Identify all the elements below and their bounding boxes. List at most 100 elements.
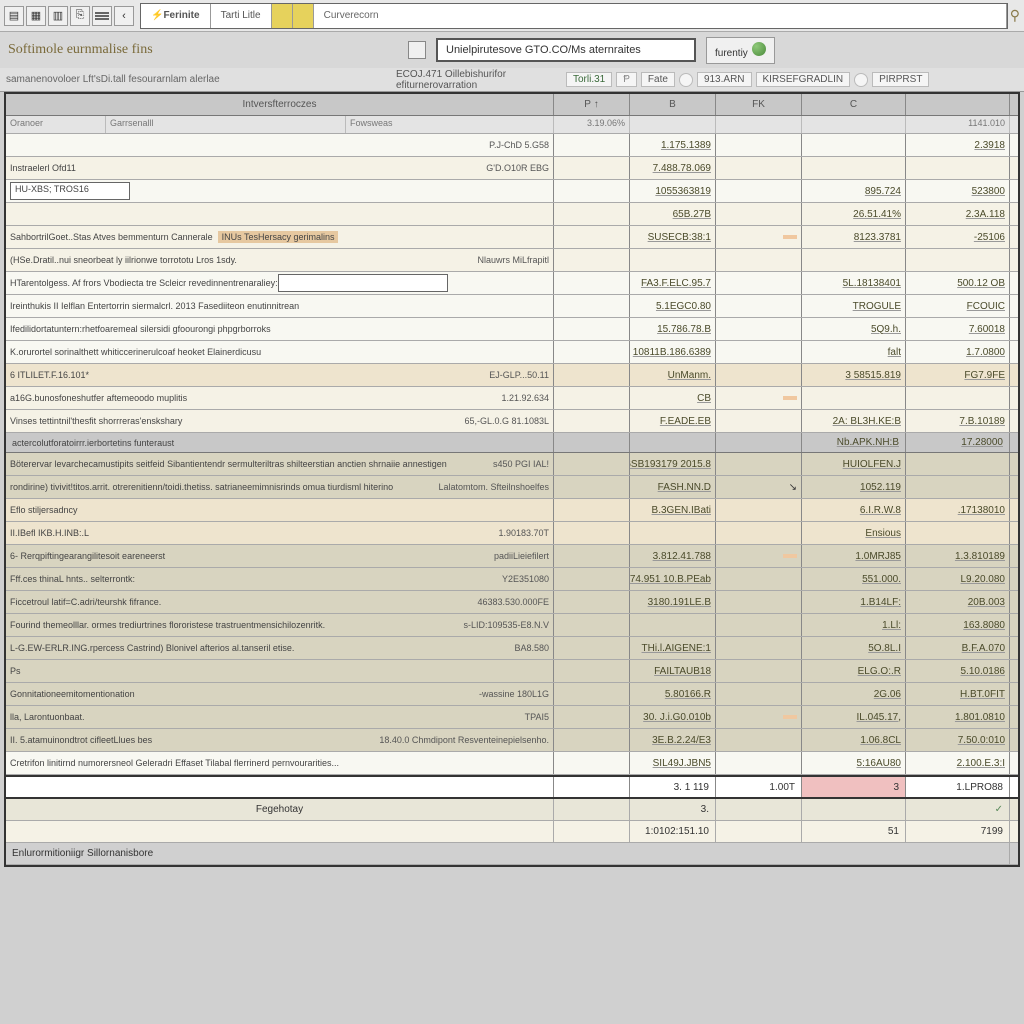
table-row[interactable]: K.orurortel sorinalthett whiticcerinerul… — [6, 341, 1018, 364]
table-row[interactable]: PsFAILTAUB18ELG.O:.R5.10.0186 — [6, 660, 1018, 683]
row-f[interactable]: FCOUIC — [906, 295, 1010, 317]
row-f[interactable]: 17.28000 — [906, 433, 1010, 452]
row-c[interactable]: FAILTAUB18 — [630, 660, 716, 682]
row-c[interactable]: 3180.191LE.B — [630, 591, 716, 613]
row-f[interactable] — [906, 453, 1010, 475]
row-e[interactable] — [802, 134, 906, 156]
row-f[interactable]: 7.50.0:010 — [906, 729, 1010, 751]
row-f[interactable]: 1.801.0810 — [906, 706, 1010, 728]
row-c[interactable]: 5.80166.R — [630, 683, 716, 705]
row-e[interactable]: 551.000. — [802, 568, 906, 590]
table-row[interactable]: a16G.bunosfoneshutfer aftemeoodo mupliti… — [6, 387, 1018, 410]
col-desc[interactable]: Intversfterroczes — [6, 94, 554, 115]
row-c[interactable]: 10811B.186.6389 — [630, 341, 716, 363]
row-e[interactable]: 5L.18138401 — [802, 272, 906, 294]
table-row[interactable]: Ficcetroul latif=C.adri/teurshk fifrance… — [6, 591, 1018, 614]
tab-2[interactable] — [272, 4, 293, 28]
sort-icon[interactable]: ↑ — [594, 99, 599, 110]
doc-tiny-icon[interactable] — [408, 41, 426, 59]
col-f[interactable] — [906, 94, 1010, 115]
row-f[interactable]: 20B.003 — [906, 591, 1010, 613]
person-icon[interactable]: ⚲ — [1010, 7, 1020, 24]
col-d[interactable]: FK — [716, 94, 802, 115]
row-e[interactable]: 5Q9.h. — [802, 318, 906, 340]
row-e[interactable]: 895.724 — [802, 180, 906, 202]
row-e[interactable]: 1.B14LF: — [802, 591, 906, 613]
row-f[interactable]: 2.100.E.3:I — [906, 752, 1010, 774]
row-e[interactable]: Ensious — [802, 522, 906, 544]
row-e[interactable]: 5O.8L.I — [802, 637, 906, 659]
table-row[interactable]: actercolutforatoirrr.ierbortetins funter… — [6, 433, 1018, 453]
row-c[interactable]: 6SB193179 2015.8 — [630, 453, 716, 475]
prev-icon[interactable]: Ᵽ — [616, 72, 637, 87]
row-c[interactable]: UnManm. — [630, 364, 716, 386]
row-c[interactable]: FA3.F.ELC.95.7 — [630, 272, 716, 294]
copy-icon[interactable]: ⎘ — [70, 6, 90, 26]
row-c[interactable]: 3E.B.2.24/E3 — [630, 729, 716, 751]
row-c[interactable]: 65B.27B — [630, 203, 716, 225]
breadcrumb[interactable]: Unielpirutesove GTO.CO/Ms aternraites — [436, 38, 696, 62]
row-e[interactable]: 26.51.41% — [802, 203, 906, 225]
row-c[interactable] — [630, 433, 716, 452]
row-e[interactable]: falt — [802, 341, 906, 363]
table-row[interactable]: Fourind themeolllar. ormes trediurtrines… — [6, 614, 1018, 637]
tab-0[interactable]: ⚡ Ferinite — [141, 4, 211, 28]
row-input[interactable] — [278, 274, 448, 292]
row-f[interactable]: 5.10.0186 — [906, 660, 1010, 682]
table-row[interactable]: P.J-ChD 5.G581.175.13892.3918 — [6, 134, 1018, 157]
row-c[interactable]: 1055363819 — [630, 180, 716, 202]
row-e[interactable]: HUIOLFEN.J — [802, 453, 906, 475]
history-button[interactable]: furentiy — [706, 37, 775, 64]
row-c[interactable]: SUSECB:38:1 — [630, 226, 716, 248]
row-c[interactable]: 7.488.78.069 — [630, 157, 716, 179]
table-row[interactable]: Vinses tettintnil'thesfit shorrreras'ens… — [6, 410, 1018, 433]
table-row[interactable]: II. 5.atamuinondtrot cifleetLlues bes 18… — [6, 729, 1018, 752]
col-b[interactable]: P ↑ — [554, 94, 630, 115]
table-row[interactable]: Cretrifon linitirnd numorersneol Gelerad… — [6, 752, 1018, 775]
row-f[interactable]: 1.7.0800 — [906, 341, 1010, 363]
row-e[interactable]: 5:16AU80 — [802, 752, 906, 774]
row-f[interactable] — [906, 522, 1010, 544]
table-row[interactable]: lla, Larontuonbaat. TPAI530. J.i.G0.010b… — [6, 706, 1018, 729]
row-c[interactable]: B.3GEN.IBati — [630, 499, 716, 521]
row-e[interactable] — [802, 157, 906, 179]
row-f[interactable]: 163.8080 — [906, 614, 1010, 636]
row-c[interactable]: 30. J.i.G0.010b — [630, 706, 716, 728]
table-row[interactable]: HTarentolgess. Af frors Vbodiecta tre Sc… — [6, 272, 1018, 295]
table-row[interactable]: 65B.27B26.51.41%2.3A.118 — [6, 203, 1018, 226]
row-f[interactable]: .17138010 — [906, 499, 1010, 521]
row-c[interactable] — [630, 249, 716, 271]
row-e[interactable]: 3 58515.819 — [802, 364, 906, 386]
table-row[interactable]: 6- Rerqpiftingearangilitesoit eareneerst… — [6, 545, 1018, 568]
table-row[interactable]: Ireinthukis II Ielflan Entertorrin sierm… — [6, 295, 1018, 318]
row-e[interactable]: 6.I.R.W.8 — [802, 499, 906, 521]
tab-3[interactable] — [293, 4, 314, 28]
table-row[interactable]: L-G.EW-ERLR.ING.rpercess Castrind) Bloni… — [6, 637, 1018, 660]
col-e[interactable]: C — [802, 94, 906, 115]
row-e[interactable]: 1052.119 — [802, 476, 906, 498]
tab-4[interactable]: Curverecorn — [314, 4, 1007, 28]
row-f[interactable]: FG7.9FE — [906, 364, 1010, 386]
table-row[interactable]: 6 ITLILET.F.16.101* EJ-GLP...50.11UnManm… — [6, 364, 1018, 387]
row-f[interactable]: -25106 — [906, 226, 1010, 248]
row-e[interactable]: ELG.O:.R — [802, 660, 906, 682]
row-e[interactable]: 2A: BL3H.KE:B — [802, 410, 906, 432]
row-e[interactable]: 8123.3781 — [802, 226, 906, 248]
filter-a[interactable]: Torli.31 — [566, 72, 612, 87]
table-row[interactable]: Fff.ces thinaL hnts.. selterrontk: Y2E35… — [6, 568, 1018, 591]
table-row[interactable]: Böterervar levarchecamustipits seitfeid … — [6, 453, 1018, 476]
row-c[interactable]: 3.812.41.788 — [630, 545, 716, 567]
grid-icon[interactable]: ▦ — [26, 6, 46, 26]
row-f[interactable]: 7.60018 — [906, 318, 1010, 340]
row-e[interactable]: 2G.06 — [802, 683, 906, 705]
row-c[interactable]: F.EADE.EB — [630, 410, 716, 432]
table-row[interactable]: rondirine) tivivit!titos.arrit. otrereni… — [6, 476, 1018, 499]
filter-b[interactable]: Fate — [641, 72, 675, 87]
row-c[interactable]: 74.951 10.B.PEab — [630, 568, 716, 590]
row-c[interactable]: 15.786.78.B — [630, 318, 716, 340]
table-row[interactable]: Ifedilidortatuntern:rhetfoaremeal silers… — [6, 318, 1018, 341]
row-e[interactable]: Nb.APK.NH:B — [802, 433, 906, 452]
row-e[interactable]: 1.Ll: — [802, 614, 906, 636]
table-row[interactable]: II.IBefl IKB.H.INB:.L 1.90183.70TEnsious — [6, 522, 1018, 545]
row-c[interactable]: SIL49J.JBN5 — [630, 752, 716, 774]
